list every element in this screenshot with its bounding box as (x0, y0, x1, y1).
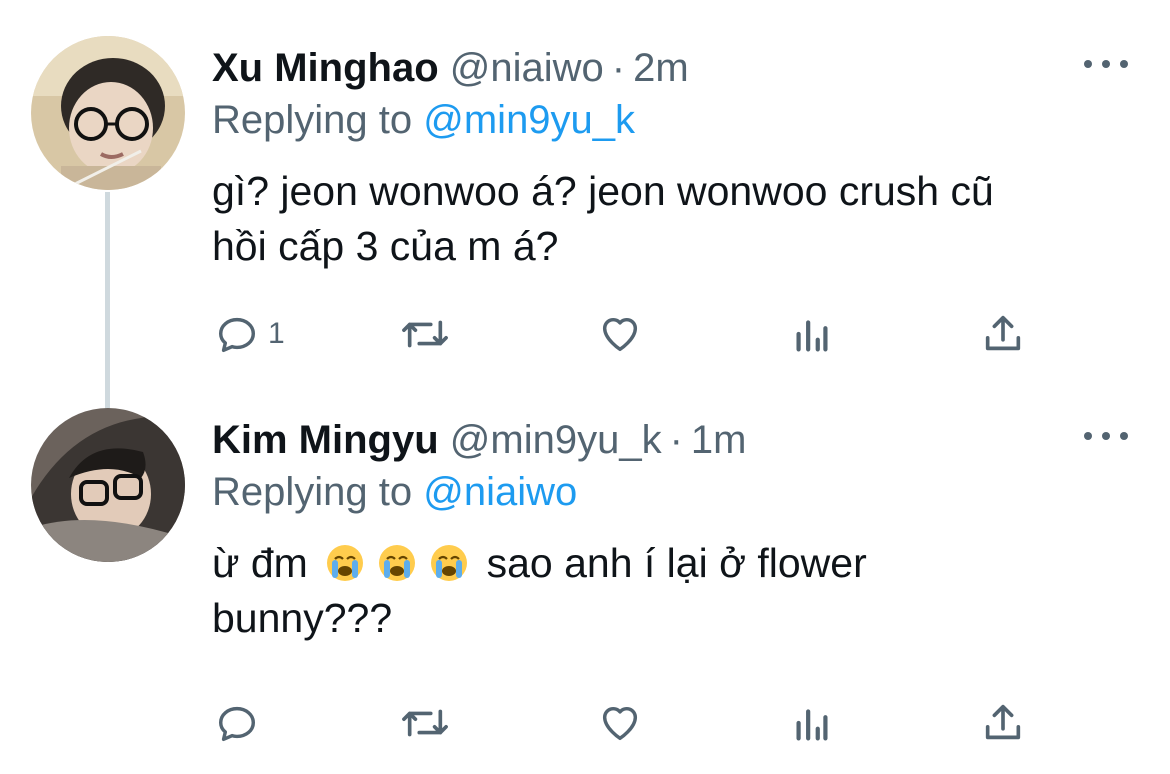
retweet-icon (402, 320, 448, 348)
analytics-button[interactable] (792, 698, 832, 748)
share-button[interactable] (980, 698, 1026, 748)
retweet-button[interactable] (400, 309, 450, 359)
replying-to-label: Replying to (212, 98, 413, 142)
analytics-icon (796, 320, 828, 352)
more-options-icon[interactable] (1084, 426, 1128, 446)
user-handle[interactable]: @niaiwo (450, 46, 604, 90)
retweet-icon (402, 709, 448, 737)
tweet[interactable]: Xu Minghao @niaiwo · 2m Replying to @min9y… (0, 36, 1170, 406)
display-name[interactable]: Xu Minghao (212, 46, 439, 90)
share-icon (985, 315, 1021, 351)
reply-icon (218, 317, 256, 353)
tweet-actions: 1 (214, 309, 1034, 359)
like-button[interactable] (596, 698, 644, 748)
separator-dot: · (611, 46, 626, 90)
tweet-text-end: sao anh í lại ở flower bunny??? (212, 540, 867, 641)
tweet-text-start: ừ đm (212, 540, 308, 586)
share-button[interactable] (980, 309, 1026, 359)
analytics-icon (796, 709, 828, 741)
analytics-button[interactable] (792, 309, 832, 359)
tweet-header: Kim Mingyu @min9yu_k · 1m (212, 416, 747, 464)
like-button[interactable] (596, 309, 644, 359)
more-options-icon[interactable] (1084, 54, 1128, 74)
tweet-header: Xu Minghao @niaiwo · 2m (212, 44, 689, 92)
tweet-text: gì? jeon wonwoo á? jeon wonwoo crush cũ … (212, 168, 994, 269)
reply-icon (218, 706, 256, 742)
timestamp[interactable]: 2m (633, 46, 689, 90)
tweet-text: ừ đm sao anh í lại ở flower bunny??? (212, 536, 1142, 646)
separator-dot: · (669, 418, 683, 462)
replying-to-mention[interactable]: @niaiwo (423, 470, 577, 514)
replying-to-mention[interactable]: @min9yu_k (423, 98, 635, 142)
heart-icon (602, 317, 638, 352)
replying-to: Replying to @niaiwo (212, 468, 577, 516)
replying-to-label: Replying to (212, 470, 413, 514)
retweet-button[interactable] (400, 698, 450, 748)
user-handle[interactable]: @min9yu_k (450, 418, 662, 462)
loudly-crying-face-icon (379, 545, 416, 581)
loudly-crying-face-icon (431, 545, 468, 581)
reply-button[interactable]: 1 (214, 309, 285, 359)
avatar[interactable] (31, 408, 185, 562)
reply-button[interactable] (214, 698, 268, 748)
display-name[interactable]: Kim Mingyu (212, 418, 439, 462)
heart-icon (602, 706, 638, 741)
share-icon (985, 704, 1021, 740)
avatar[interactable] (31, 36, 185, 190)
loudly-crying-face-icon (327, 545, 364, 581)
tweet[interactable]: Kim Mingyu @min9yu_k · 1m Replying to @nia… (0, 408, 1170, 774)
tweet-actions (214, 698, 1034, 748)
reply-count: 1 (268, 317, 285, 350)
replying-to: Replying to @min9yu_k (212, 96, 635, 144)
timestamp[interactable]: 1m (691, 418, 747, 462)
